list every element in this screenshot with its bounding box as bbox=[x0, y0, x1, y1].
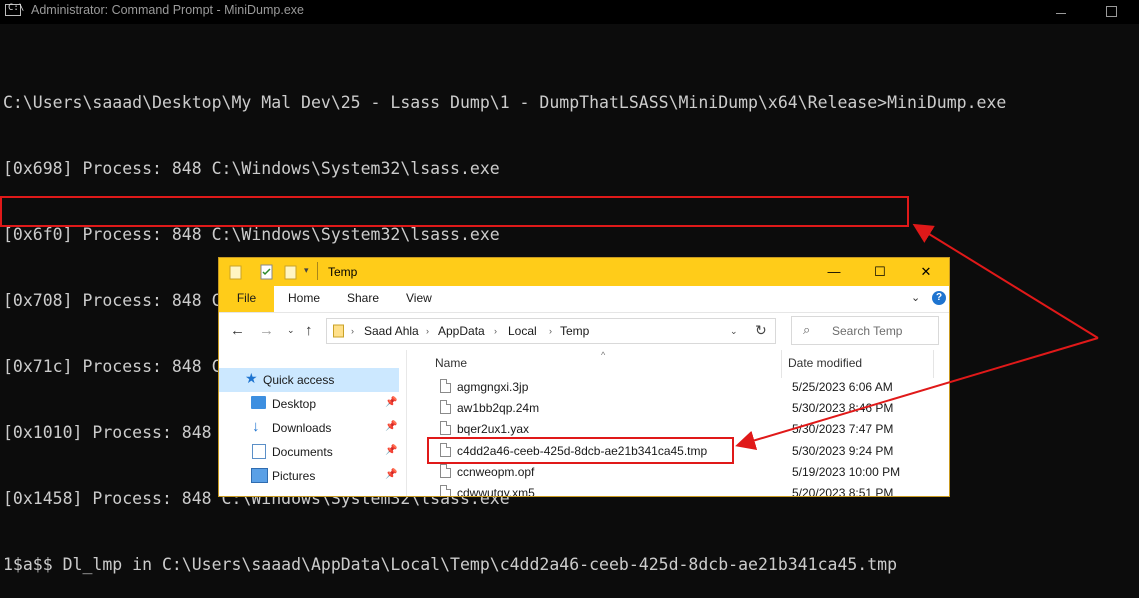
recent-locations-icon[interactable]: ⌄ bbox=[287, 325, 295, 336]
search-placeholder: Search Temp bbox=[832, 324, 903, 338]
file-row[interactable]: cdwwutgy.xm5 5/20/2023 8:51 PM bbox=[415, 483, 949, 496]
console-title: Administrator: Command Prompt - MiniDump… bbox=[31, 3, 304, 17]
file-row[interactable]: aw1bb2qp.24m 5/30/2023 8:46 PM bbox=[415, 398, 949, 419]
back-arrow-icon[interactable]: ← bbox=[230, 322, 245, 339]
file-date: 5/30/2023 7:47 PM bbox=[792, 422, 894, 436]
file-date: 5/30/2023 8:46 PM bbox=[792, 401, 894, 415]
pin-icon[interactable]: 📌 bbox=[385, 469, 397, 480]
chevron-right-icon: › bbox=[494, 326, 497, 336]
tab-home[interactable]: Home bbox=[288, 286, 320, 312]
properties-icon[interactable] bbox=[259, 264, 275, 280]
column-divider[interactable] bbox=[933, 350, 934, 378]
ribbon-tabs: File Home Share View ⌄ ? bbox=[219, 286, 949, 313]
console-line: 1$a$$ Dl_lmp in C:\Users\saaad\AppData\L… bbox=[3, 555, 898, 574]
address-bar[interactable]: › Saad Ahla › AppData › Local › Temp ⌄ ↻ bbox=[326, 318, 776, 344]
explorer-maximize-button[interactable]: ☐ bbox=[857, 258, 903, 286]
documents-icon bbox=[252, 444, 266, 459]
console-titlebar: C:\ Administrator: Command Prompt - Mini… bbox=[0, 0, 1139, 24]
breadcrumb-item[interactable]: Saad Ahla bbox=[364, 324, 419, 338]
explorer-close-button[interactable]: ✕ bbox=[903, 258, 949, 286]
nav-item-label: Desktop bbox=[272, 397, 317, 411]
nav-item-label: Documents bbox=[272, 445, 333, 459]
pin-icon[interactable]: 📌 bbox=[385, 445, 397, 456]
console-minimize-button[interactable] bbox=[1048, 3, 1074, 21]
file-date: 5/25/2023 6:06 AM bbox=[792, 380, 893, 394]
download-icon: ↓ bbox=[252, 418, 260, 435]
ribbon-expand-icon[interactable]: ⌄ bbox=[911, 291, 920, 304]
new-folder-icon[interactable] bbox=[284, 264, 298, 280]
file-icon bbox=[440, 464, 451, 478]
tab-view[interactable]: View bbox=[406, 286, 432, 312]
desktop-icon bbox=[251, 396, 266, 409]
tab-file[interactable]: File bbox=[219, 286, 274, 312]
explorer-minimize-button[interactable]: — bbox=[811, 258, 857, 286]
pin-icon[interactable]: 📌 bbox=[385, 421, 397, 432]
nav-item-downloads[interactable]: ↓ Downloads 📌 bbox=[219, 416, 399, 440]
folder-icon bbox=[333, 324, 344, 338]
file-row[interactable]: ccnweopm.opf 5/19/2023 10:00 PM bbox=[415, 462, 949, 483]
file-icon bbox=[440, 400, 451, 414]
cmd-icon-text: C:\ bbox=[8, 3, 25, 13]
file-date: 5/19/2023 10:00 PM bbox=[792, 465, 901, 479]
explorer-titlebar: ▾ Temp — ☐ ✕ bbox=[219, 258, 949, 286]
sort-ascending-icon: ^ bbox=[601, 350, 606, 360]
nav-item-label: Pictures bbox=[272, 469, 316, 483]
console-highlight-box bbox=[0, 196, 909, 227]
file-name: agmgngxi.3jp bbox=[457, 380, 529, 394]
explorer-title: Temp bbox=[328, 265, 358, 279]
help-icon[interactable]: ? bbox=[932, 291, 946, 305]
console-line: [0x698] Process: 848 C:\Windows\System32… bbox=[3, 159, 500, 178]
nav-item-label: Downloads bbox=[272, 421, 332, 435]
file-name: bqer2ux1.yax bbox=[457, 422, 530, 436]
console-line: [0x6f0] Process: 848 C:\Windows\System32… bbox=[3, 225, 500, 244]
column-divider[interactable] bbox=[781, 350, 782, 378]
file-highlight-box bbox=[427, 437, 734, 464]
chevron-right-icon: › bbox=[549, 326, 552, 336]
nav-item-quick-access[interactable]: ★ Quick access bbox=[219, 368, 399, 392]
chevron-right-icon: › bbox=[426, 326, 429, 336]
column-header-date[interactable]: Date modified bbox=[788, 356, 862, 370]
tab-share[interactable]: Share bbox=[347, 286, 379, 312]
console-line: C:\Users\saaad\Desktop\My Mal Dev\25 - L… bbox=[3, 93, 1007, 112]
forward-arrow-icon[interactable]: → bbox=[259, 322, 274, 339]
star-icon: ★ bbox=[245, 370, 258, 386]
file-row[interactable]: agmgngxi.3jp 5/25/2023 6:06 AM bbox=[415, 377, 949, 398]
titlebar-divider bbox=[317, 262, 318, 280]
search-box[interactable]: ⌕ Search Temp bbox=[791, 316, 939, 345]
breadcrumb-item[interactable]: Temp bbox=[560, 324, 589, 338]
file-date: 5/30/2023 9:24 PM bbox=[792, 444, 894, 458]
cmd-app-icon: C:\ bbox=[5, 3, 25, 16]
pictures-icon bbox=[251, 468, 268, 483]
nav-item-label: Quick access bbox=[263, 373, 335, 387]
file-icon bbox=[440, 485, 451, 496]
pin-icon[interactable]: 📌 bbox=[385, 397, 397, 408]
column-header-name[interactable]: Name bbox=[435, 356, 467, 370]
nav-item-desktop[interactable]: Desktop 📌 bbox=[219, 392, 399, 416]
nav-item-pictures[interactable]: Pictures 📌 bbox=[219, 464, 399, 488]
refresh-icon[interactable]: ↻ bbox=[755, 322, 767, 339]
file-icon bbox=[440, 379, 451, 393]
file-icon bbox=[440, 421, 451, 435]
console-maximize-button[interactable] bbox=[1098, 3, 1124, 21]
address-dropdown-icon[interactable]: ⌄ bbox=[730, 326, 738, 337]
file-list: ^ Name Date modified agmgngxi.3jp 5/25/2… bbox=[415, 350, 949, 496]
file-name: aw1bb2qp.24m bbox=[457, 401, 540, 415]
up-arrow-icon[interactable]: ↑ bbox=[305, 322, 313, 339]
search-icon: ⌕ bbox=[803, 322, 811, 337]
file-name: ccnweopm.opf bbox=[457, 465, 535, 479]
nav-item-documents[interactable]: Documents 📌 bbox=[219, 440, 399, 464]
breadcrumb-item[interactable]: AppData bbox=[438, 324, 485, 338]
folder-icon bbox=[229, 265, 242, 280]
qat-dropdown-icon[interactable]: ▾ bbox=[304, 265, 309, 276]
navigation-pane: ★ Quick access Desktop 📌 ↓ Downloads 📌 D… bbox=[219, 350, 406, 496]
breadcrumb-item[interactable]: Local bbox=[508, 324, 537, 338]
pane-divider[interactable] bbox=[406, 350, 407, 496]
address-bar-row: ← → ⌄ ↑ › Saad Ahla › AppData › Local › … bbox=[219, 313, 949, 350]
chevron-right-icon: › bbox=[351, 326, 354, 336]
